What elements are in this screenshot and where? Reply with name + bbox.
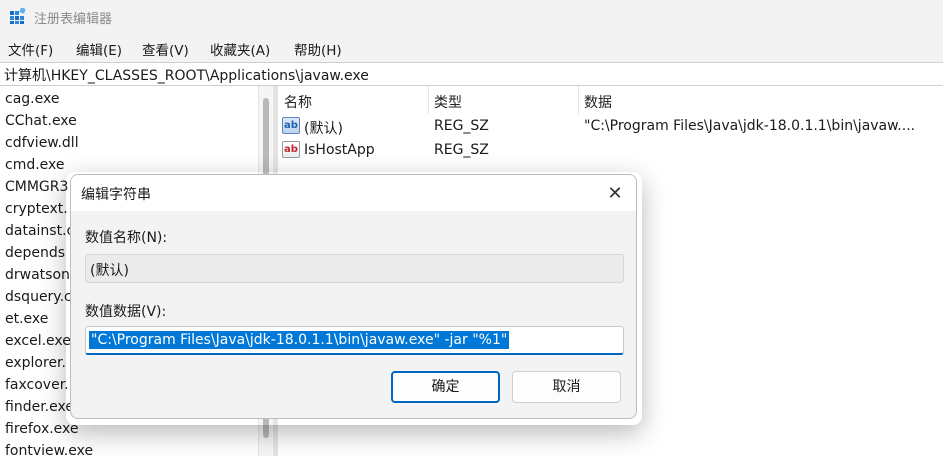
tree-item[interactable]: explorer. (5, 355, 66, 371)
list-header: 名称 类型 数据 (278, 86, 943, 114)
value-name-label: 数值名称(N): (85, 230, 168, 246)
tree-item[interactable]: fontview.exe (5, 443, 93, 456)
list-row[interactable]: ab IsHostApp REG_SZ (278, 138, 943, 162)
value-data-label: 数值数据(V): (85, 304, 167, 320)
menu-favorites[interactable]: 收藏夹(A) (210, 39, 270, 59)
value-data: "C:\Program Files\Java\jdk-18.0.1.1\bin\… (584, 118, 916, 134)
column-type[interactable]: 类型 (434, 92, 462, 112)
value-type: REG_SZ (434, 118, 489, 134)
menu-view[interactable]: 查看(V) (142, 39, 189, 59)
value-name: IsHostApp (304, 142, 375, 158)
value-name-text: (默认) (90, 263, 129, 279)
tree-item[interactable]: depends (5, 245, 65, 261)
edit-string-dialog: 编辑字符串 ✕ 数值名称(N): (默认) 数值数据(V): "C:\Progr… (70, 174, 637, 419)
column-divider[interactable] (428, 86, 429, 114)
tree-item[interactable]: CMMGR3 (5, 179, 68, 195)
tree-item[interactable]: cmd.exe (5, 157, 65, 173)
value-data-text[interactable]: "C:\Program Files\Java\jdk-18.0.1.1\bin\… (89, 331, 510, 349)
menu-edit[interactable]: 编辑(E) (76, 39, 122, 59)
value-name-field: (默认) (85, 254, 624, 283)
value-data-input[interactable]: "C:\Program Files\Java\jdk-18.0.1.1\bin\… (85, 326, 624, 355)
cancel-button[interactable]: 取消 (512, 371, 621, 403)
dialog-title-bar[interactable]: 编辑字符串 ✕ (71, 175, 636, 211)
column-divider[interactable] (578, 86, 579, 114)
registry-editor-icon (10, 8, 26, 24)
tree-item[interactable]: drwatson (5, 267, 70, 283)
tree-item[interactable]: cag.exe (5, 91, 59, 107)
tree-item[interactable]: firefox.exe (5, 421, 79, 437)
tree-item[interactable]: datainst.c (5, 223, 74, 239)
ok-button[interactable]: 确定 (391, 371, 500, 403)
list-row[interactable]: ab (默认) REG_SZ "C:\Program Files\Java\jd… (278, 114, 943, 138)
title-bar: 注册表编辑器 (0, 0, 943, 34)
tree-item[interactable]: excel.exe (5, 333, 71, 349)
address-bar[interactable]: 计算机\HKEY_CLASSES_ROOT\Applications\javaw… (0, 62, 943, 86)
tree-item[interactable]: CChat.exe (5, 113, 77, 129)
tree-item[interactable]: cryptext. (5, 201, 68, 217)
menu-help[interactable]: 帮助(H) (294, 39, 342, 59)
tree-item[interactable]: faxcover. (5, 377, 69, 393)
value-name: (默认) (304, 121, 343, 137)
tree-item[interactable]: cdfview.dll (5, 135, 79, 151)
value-type: REG_SZ (434, 142, 489, 158)
menu-file[interactable]: 文件(F) (8, 39, 53, 59)
column-name[interactable]: 名称 (284, 92, 312, 112)
tree-item[interactable]: et.exe (5, 311, 48, 327)
string-value-icon: ab (282, 141, 300, 158)
string-value-icon: ab (282, 117, 300, 134)
dialog-title: 编辑字符串 (81, 187, 151, 203)
tree-item[interactable]: dsquery.c (5, 289, 72, 305)
address-path[interactable]: 计算机\HKEY_CLASSES_ROOT\Applications\javaw… (4, 65, 369, 85)
menu-bar: 文件(F) 编辑(E) 查看(V) 收藏夹(A) 帮助(H) (0, 34, 943, 62)
column-data[interactable]: 数据 (584, 92, 612, 112)
tree-item[interactable]: finder.exe (5, 399, 74, 415)
window-title: 注册表编辑器 (34, 12, 113, 27)
close-icon[interactable]: ✕ (593, 179, 636, 209)
